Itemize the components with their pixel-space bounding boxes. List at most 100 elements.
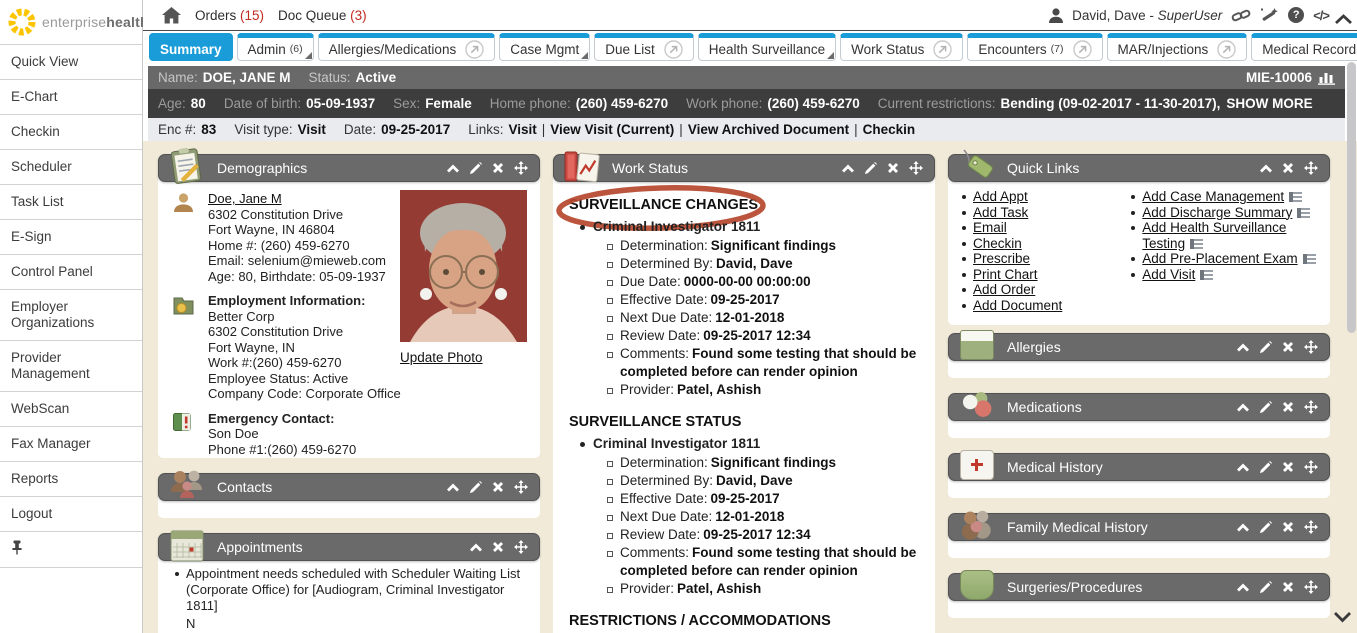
sidebar-item[interactable]: Checkin	[0, 115, 142, 150]
enterprise-health-logo[interactable]: enterprisehealth	[0, 0, 142, 45]
quick-link[interactable]: Print Chart	[973, 267, 1038, 282]
edit-button[interactable]	[1259, 461, 1272, 474]
quick-link[interactable]: Add Document	[973, 298, 1062, 313]
sidebar-item[interactable]: Task List	[0, 185, 142, 220]
edit-button[interactable]	[469, 162, 482, 175]
view-archived-document-link[interactable]: View Archived Document	[688, 122, 849, 137]
vertical-scrollbar-thumb[interactable]	[1347, 62, 1356, 333]
quick-link[interactable]: Add Order	[973, 282, 1035, 297]
close-button[interactable]	[887, 162, 899, 174]
quick-link[interactable]: Add Discharge Summary	[1142, 205, 1292, 220]
collapse-button[interactable]	[470, 543, 482, 552]
move-button[interactable]	[514, 161, 528, 175]
quick-link[interactable]: Add Pre-Placement Exam	[1142, 251, 1297, 266]
chart-stats-icon[interactable]	[1318, 70, 1335, 85]
checkin-link[interactable]: Checkin	[863, 122, 916, 137]
home-button[interactable]	[162, 7, 181, 24]
collapse-button[interactable]	[1237, 403, 1249, 412]
close-button[interactable]	[492, 481, 504, 493]
quick-link[interactable]: Add Visit	[1142, 267, 1195, 282]
collapse-button[interactable]	[842, 164, 854, 173]
open-new-window-icon[interactable]	[1217, 40, 1236, 59]
open-new-window-icon[interactable]	[465, 40, 484, 59]
sidebar-item[interactable]: Control Panel	[0, 255, 142, 290]
close-button[interactable]	[492, 162, 504, 174]
collapse-button[interactable]	[447, 483, 459, 492]
collapse-button[interactable]	[1237, 523, 1249, 532]
sidebar-item[interactable]: E-Sign	[0, 220, 142, 255]
tab-allergies-medications[interactable]: Allergies/Medications	[318, 33, 496, 61]
quick-link[interactable]: Add Health Surveillance Testing	[1142, 220, 1286, 251]
edit-button[interactable]	[1259, 401, 1272, 414]
tab-medical-record[interactable]: Medical Record(21)	[1251, 33, 1357, 61]
edit-button[interactable]	[864, 162, 877, 175]
sidebar-item[interactable]: Provider Management	[0, 341, 142, 392]
move-button[interactable]	[514, 480, 528, 494]
view-visit-link[interactable]: View Visit (Current)	[550, 122, 674, 137]
close-button[interactable]	[1282, 461, 1294, 473]
help-icon[interactable]: ?	[1288, 7, 1304, 23]
tab-mar-injections[interactable]: MAR/Injections	[1107, 33, 1248, 61]
move-button[interactable]	[1304, 460, 1318, 474]
patient-name-link[interactable]: Doe, Jane M	[208, 191, 282, 206]
sidebar-item[interactable]: WebScan	[0, 392, 142, 427]
sidebar-item[interactable]: Reports	[0, 462, 142, 497]
sidebar-item[interactable]: Fax Manager	[0, 427, 142, 462]
visit-link[interactable]: Visit	[508, 122, 536, 137]
user-menu[interactable]: David, Dave - SuperUser	[1072, 8, 1222, 23]
code-icon[interactable]: </>	[1313, 8, 1329, 23]
sidebar-item[interactable]: Employer Organizations	[0, 290, 142, 341]
magic-wand-icon[interactable]	[1260, 7, 1279, 24]
quick-link[interactable]: Add Case Management	[1142, 189, 1284, 204]
collapse-button[interactable]	[1237, 463, 1249, 472]
close-button[interactable]	[1282, 521, 1294, 533]
move-button[interactable]	[1304, 400, 1318, 414]
scroll-up-chevron-icon[interactable]	[1334, 12, 1353, 30]
quick-link[interactable]: Add Task	[973, 205, 1028, 220]
show-more-link[interactable]: SHOW MORE	[1226, 96, 1312, 111]
chain-link-icon[interactable]	[1231, 8, 1251, 23]
move-button[interactable]	[1304, 340, 1318, 354]
collapse-button[interactable]	[1260, 164, 1272, 173]
tab-encounters[interactable]: Encounters(7)	[967, 33, 1102, 61]
open-new-window-icon[interactable]	[1073, 40, 1092, 59]
edit-button[interactable]	[469, 481, 482, 494]
quick-link[interactable]: Add Appt	[973, 189, 1028, 204]
quick-link[interactable]: Prescribe	[973, 251, 1030, 266]
move-button[interactable]	[1304, 520, 1318, 534]
close-button[interactable]	[1282, 401, 1294, 413]
collapse-button[interactable]	[447, 164, 459, 173]
sidebar-item[interactable]: Quick View	[0, 45, 142, 80]
doc-queue-link[interactable]: Doc Queue (3)	[278, 8, 367, 23]
tab-summary[interactable]: Summary	[149, 33, 233, 61]
close-button[interactable]	[1282, 341, 1294, 353]
edit-button[interactable]	[1259, 521, 1272, 534]
sidebar-item[interactable]: Logout	[0, 497, 142, 532]
orders-link[interactable]: Orders (15)	[195, 8, 264, 23]
sidebar-pin-item[interactable]	[0, 532, 142, 568]
quick-link[interactable]: Email	[973, 220, 1007, 235]
update-photo-link[interactable]: Update Photo	[400, 350, 483, 366]
collapse-button[interactable]	[1237, 583, 1249, 592]
tab-case-mgmt[interactable]: Case Mgmt	[499, 33, 590, 61]
edit-button[interactable]	[1259, 341, 1272, 354]
close-button[interactable]	[492, 541, 504, 553]
tab-admin[interactable]: Admin(6)	[237, 33, 314, 61]
tab-health-surveillance[interactable]: Health Surveillance	[698, 33, 836, 61]
sidebar-item[interactable]: E-Chart	[0, 80, 142, 115]
quick-link[interactable]: Checkin	[973, 236, 1022, 251]
collapse-button[interactable]	[1237, 343, 1249, 352]
tab-work-status[interactable]: Work Status	[840, 33, 963, 61]
close-button[interactable]	[1282, 162, 1294, 174]
open-new-window-icon[interactable]	[664, 40, 683, 59]
edit-button[interactable]	[1259, 581, 1272, 594]
open-new-window-icon[interactable]	[933, 40, 952, 59]
move-button[interactable]	[909, 161, 923, 175]
sidebar-item[interactable]: Scheduler	[0, 150, 142, 185]
move-button[interactable]	[514, 540, 528, 554]
close-button[interactable]	[1282, 581, 1294, 593]
move-button[interactable]	[1304, 580, 1318, 594]
tab-due-list[interactable]: Due List	[594, 33, 694, 61]
move-button[interactable]	[1304, 161, 1318, 175]
scroll-down-chevron-icon[interactable]	[1333, 610, 1352, 628]
